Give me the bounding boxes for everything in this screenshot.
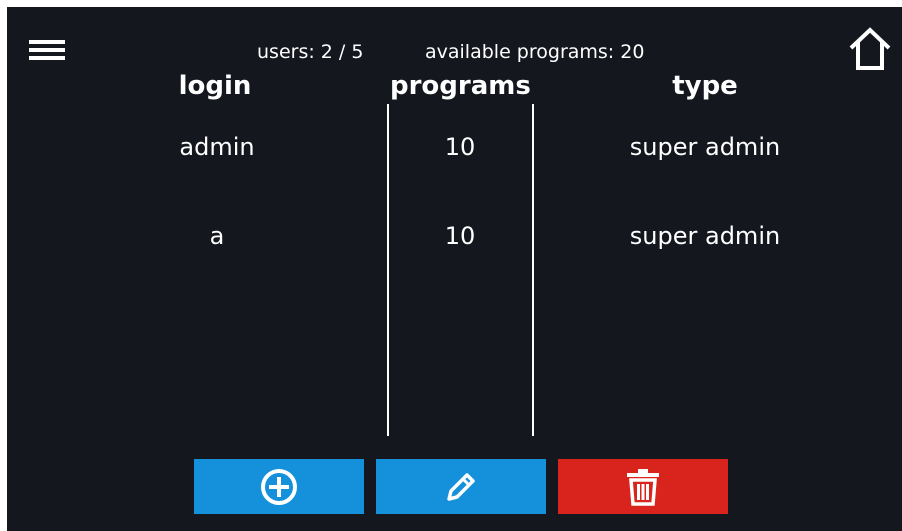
pencil-icon <box>447 472 475 501</box>
column-divider <box>387 104 389 436</box>
trash-icon <box>627 468 659 506</box>
users-count: users: 2 / 5 <box>257 41 364 63</box>
cell-programs: 10 <box>444 133 476 161</box>
edit-user-button[interactable] <box>376 459 546 514</box>
cell-programs: 10 <box>444 222 476 250</box>
add-user-button[interactable] <box>194 459 364 514</box>
column-divider <box>532 104 534 436</box>
cell-login: a <box>209 222 225 250</box>
available-programs: available programs: 20 <box>425 41 645 63</box>
header-login: login <box>178 71 252 101</box>
header-type: type <box>672 71 738 101</box>
header-programs: programs <box>390 71 531 101</box>
plus-circle-icon <box>261 468 297 505</box>
users-screen: users: 2 / 5 available programs: 20 logi… <box>7 7 902 531</box>
cell-type: super admin <box>629 133 781 161</box>
cell-login: admin <box>179 133 255 161</box>
cell-type: super admin <box>629 222 781 250</box>
summary-bar: users: 2 / 5 available programs: 20 <box>7 41 902 63</box>
delete-user-button[interactable] <box>558 459 728 514</box>
